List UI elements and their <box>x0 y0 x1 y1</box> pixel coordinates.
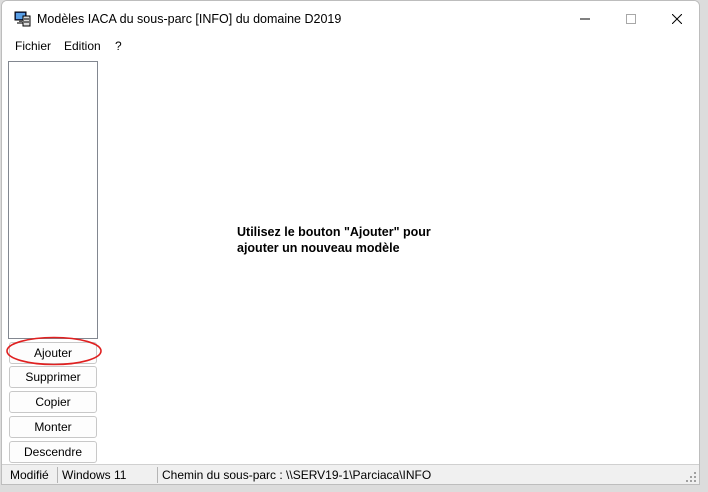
monitor-icon <box>14 11 31 27</box>
status-separator <box>157 467 158 483</box>
menu-fichier[interactable]: Fichier <box>15 39 51 53</box>
maximize-button[interactable] <box>608 1 654 37</box>
instruction-line-1: Utilisez le bouton "Ajouter" pour <box>237 225 431 239</box>
menu-help[interactable]: ? <box>115 39 122 53</box>
models-listbox[interactable] <box>8 61 98 339</box>
resize-grip-icon[interactable] <box>685 471 697 483</box>
delete-button[interactable]: Supprimer <box>9 366 97 388</box>
status-bar: Modifié Windows 11 Chemin du sous-parc :… <box>2 464 699 484</box>
close-icon <box>672 14 682 24</box>
instruction-message: Utilisez le bouton "Ajouter" pour ajoute… <box>237 224 497 256</box>
status-modified: Modifié <box>10 468 49 482</box>
window-title: Modèles IACA du sous-parc [INFO] du doma… <box>37 12 342 26</box>
close-button[interactable] <box>654 1 699 37</box>
minimize-button[interactable] <box>562 1 608 37</box>
instruction-line-2: ajouter un nouveau modèle <box>237 241 400 255</box>
status-os: Windows 11 <box>62 468 127 482</box>
maximize-icon <box>626 14 636 24</box>
minimize-icon <box>580 18 590 20</box>
title-bar[interactable]: Modèles IACA du sous-parc [INFO] du doma… <box>2 1 699 37</box>
move-down-button[interactable]: Descendre <box>9 441 97 463</box>
move-up-button[interactable]: Monter <box>9 416 97 438</box>
status-path: Chemin du sous-parc : \\SERV19-1\Parciac… <box>162 468 432 482</box>
add-button[interactable]: Ajouter <box>9 342 97 364</box>
copy-button[interactable]: Copier <box>9 391 97 413</box>
status-separator <box>57 467 58 483</box>
menu-bar: Fichier Edition ? <box>2 37 699 55</box>
menu-edition[interactable]: Edition <box>64 39 101 53</box>
app-window: Modèles IACA du sous-parc [INFO] du doma… <box>1 0 700 485</box>
